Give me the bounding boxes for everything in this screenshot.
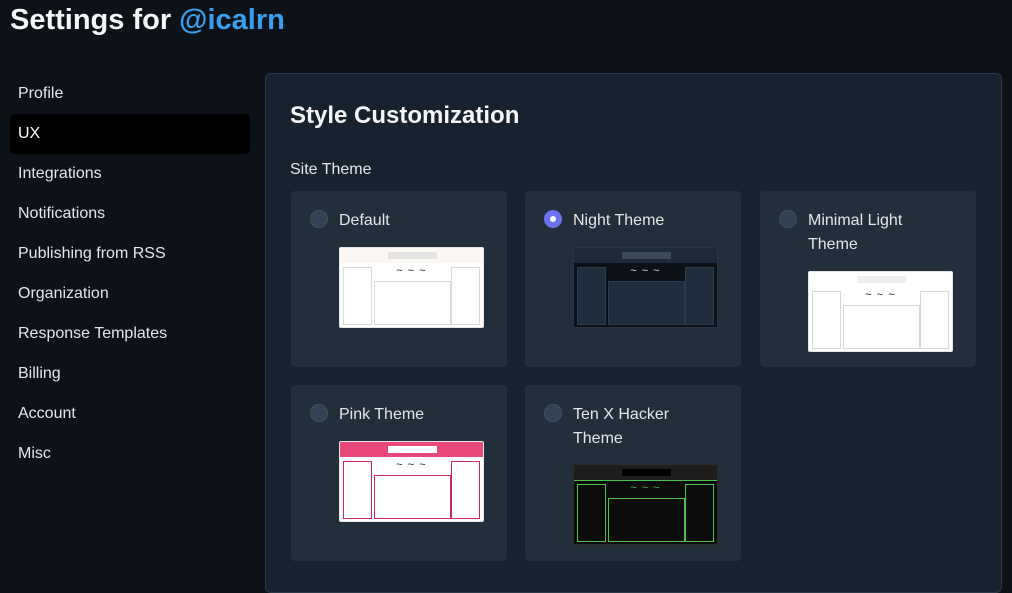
- theme-name-pink: Pink Theme: [339, 406, 425, 423]
- preview-right-column: [685, 267, 714, 325]
- preview-header: [574, 465, 717, 481]
- theme-name-default: Default: [339, 212, 390, 229]
- username-handle: @icalrn: [179, 4, 285, 36]
- theme-preview-minimal-light: ~ ~ ~: [808, 271, 953, 352]
- page-title-prefix: Settings for: [10, 4, 180, 36]
- theme-radio-pink[interactable]: [310, 404, 328, 422]
- theme-radio-default[interactable]: [310, 210, 328, 228]
- preview-nav-bar: [622, 469, 671, 476]
- theme-preview-ten-x-hacker: ~ ~ ~: [573, 464, 718, 545]
- preview-center-column: [374, 475, 451, 519]
- theme-preview-night: ~ ~ ~: [573, 247, 718, 328]
- sidebar-item-notifications[interactable]: Notifications: [10, 194, 250, 234]
- preview-right-column: [451, 267, 480, 325]
- theme-name-night: Night Theme: [573, 212, 665, 229]
- sidebar-item-response-templates[interactable]: Response Templates: [10, 314, 250, 354]
- sidebar-item-misc[interactable]: Misc: [10, 434, 250, 474]
- theme-option-minimal-light[interactable]: Minimal Light Theme ~ ~ ~: [760, 191, 976, 367]
- theme-preview-default: ~ ~ ~: [339, 247, 484, 328]
- sidebar-item-publishing-from-rss[interactable]: Publishing from RSS: [10, 234, 250, 274]
- preview-right-column: [920, 291, 949, 349]
- sidebar-item-profile[interactable]: Profile: [10, 74, 250, 114]
- theme-option-ten-x-hacker[interactable]: Ten X Hacker Theme ~ ~ ~: [525, 385, 741, 561]
- preview-header: [574, 248, 717, 263]
- page-title: Settings for @icalrn: [10, 4, 285, 37]
- settings-sidebar: Profile UX Integrations Notifications Pu…: [10, 74, 250, 474]
- preview-right-column: [685, 484, 714, 542]
- preview-nav-bar: [388, 252, 437, 259]
- sidebar-item-ux[interactable]: UX: [10, 114, 250, 154]
- preview-header: [340, 248, 483, 263]
- sidebar-item-integrations[interactable]: Integrations: [10, 154, 250, 194]
- theme-radio-night[interactable]: [544, 210, 562, 228]
- style-customization-panel: Style Customization Site Theme Default ~…: [265, 73, 1002, 593]
- sidebar-item-account[interactable]: Account: [10, 394, 250, 434]
- theme-name-minimal-light: Minimal Light Theme: [808, 212, 903, 253]
- preview-center-column: [843, 305, 920, 349]
- theme-option-pink[interactable]: Pink Theme ~ ~ ~: [291, 385, 507, 561]
- preview-right-column: [451, 461, 480, 519]
- panel-title: Style Customization: [290, 102, 520, 129]
- preview-nav-bar: [857, 276, 906, 283]
- preview-header: [809, 272, 952, 287]
- theme-radio-ten-x-hacker[interactable]: [544, 404, 562, 422]
- preview-center-column: [608, 498, 685, 542]
- preview-center-column: [374, 281, 451, 325]
- sidebar-item-organization[interactable]: Organization: [10, 274, 250, 314]
- theme-name-ten-x-hacker: Ten X Hacker Theme: [573, 406, 670, 447]
- sidebar-item-billing[interactable]: Billing: [10, 354, 250, 394]
- site-theme-label: Site Theme: [290, 161, 372, 178]
- preview-nav-bar: [622, 252, 671, 259]
- theme-preview-pink: ~ ~ ~: [339, 441, 484, 522]
- preview-header: [340, 442, 483, 457]
- preview-nav-bar: [388, 446, 437, 453]
- preview-center-column: [608, 281, 685, 325]
- theme-option-default[interactable]: Default ~ ~ ~: [291, 191, 507, 367]
- theme-option-night[interactable]: Night Theme ~ ~ ~: [525, 191, 741, 367]
- theme-radio-minimal-light[interactable]: [779, 210, 797, 228]
